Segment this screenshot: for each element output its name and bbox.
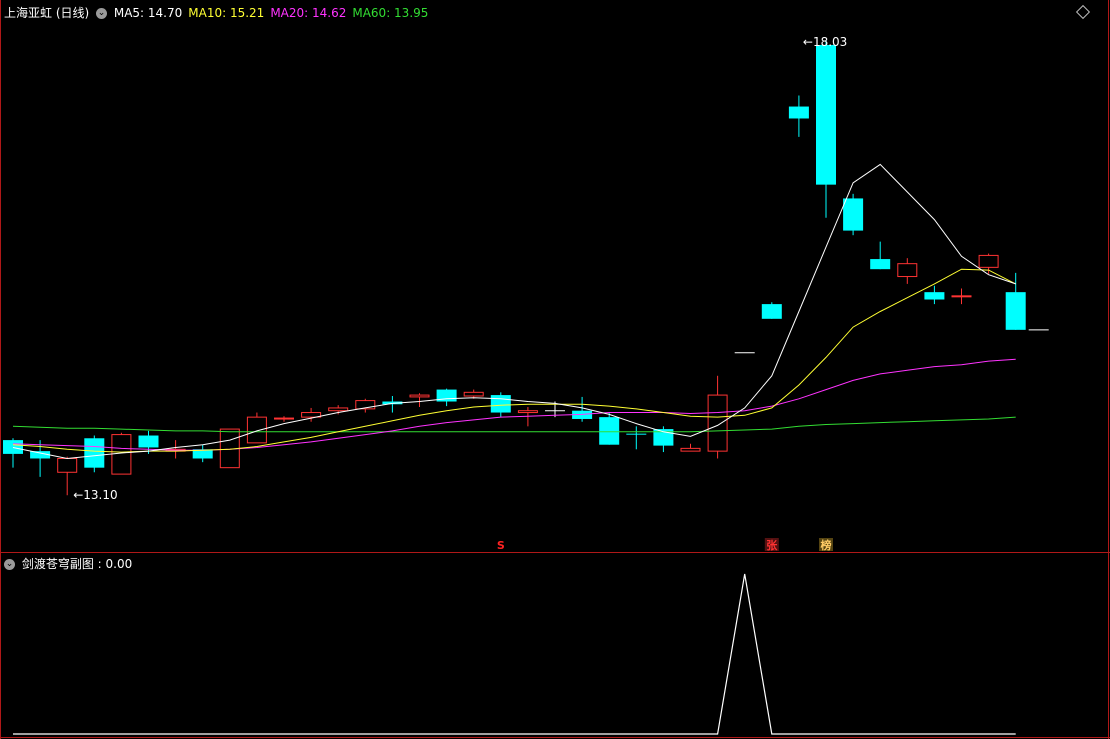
chevron-down-icon[interactable]: ⌄ [96,8,108,19]
candle-body [138,435,159,448]
candle-body [897,263,918,278]
sub-indicator-layer [13,573,1016,735]
kline-chart[interactable]: ←18.03 ←13.10 S 张 榜 [0,0,1110,739]
annotations-layer: ←18.03 ←13.10 S 张 榜 [73,35,847,552]
ma-legend: MA5: 14.70 MA10: 15.21 MA20: 14.62 MA60: 13… [114,6,435,20]
candle-body [463,391,484,397]
ma5-line [12,163,1016,460]
candle-body [274,417,294,420]
ma-legend-item: MA60: 13.95 [352,6,429,20]
candle-body [409,394,430,398]
ma10-line [12,268,1016,453]
ma60-line [12,416,1016,433]
main-header: 上海亚虹 (日线) ⌄ MA5: 14.70 MA10: 15.21 MA20: 1… [4,4,434,21]
candle-body [517,410,538,414]
high-price-label: ←18.03 [803,35,847,49]
ma-legend-item: MA5: 14.70 [113,6,183,20]
candle-body [924,292,945,300]
marker-label: S [497,539,505,552]
stock-title: 上海亚虹 (日线) [4,6,90,20]
candle-body [111,434,132,475]
candle-body [1005,292,1026,330]
ma-legend-item: MA20: 14.62 [270,6,347,20]
candle-body [816,44,836,185]
candle-body [246,416,267,444]
candle-body [761,304,782,319]
candle-body [599,417,620,445]
low-price-label: ←13.10 [73,488,117,502]
candle-body [57,457,78,473]
sub-indicator-value: : 0.00 [97,557,133,571]
chevron-down-icon[interactable]: ⌄ [4,559,15,570]
marker-label: 榜 [821,538,832,552]
candle-body [788,106,809,119]
ma-lines-layer [12,163,1016,460]
candle-body [870,259,891,270]
sub-indicator-title: 剑渡苍穹副图 [21,557,94,571]
sub-header: ⌄ 剑渡苍穹副图 : 0.00 [4,555,132,572]
candle-body [707,394,728,452]
candle-body [978,254,999,268]
candle-body [951,295,972,298]
ma-legend-item: MA10: 15.21 [188,6,265,20]
candle-body [328,407,349,412]
candles-layer [3,40,1049,496]
candle-body [626,433,647,435]
candle-body [680,447,701,452]
sub-indicator-line [13,573,1016,735]
candle-body [843,198,864,231]
marker-label: 张 [766,538,778,552]
candle-body [490,395,511,413]
candle-body [3,440,23,454]
candle-body [84,438,105,468]
